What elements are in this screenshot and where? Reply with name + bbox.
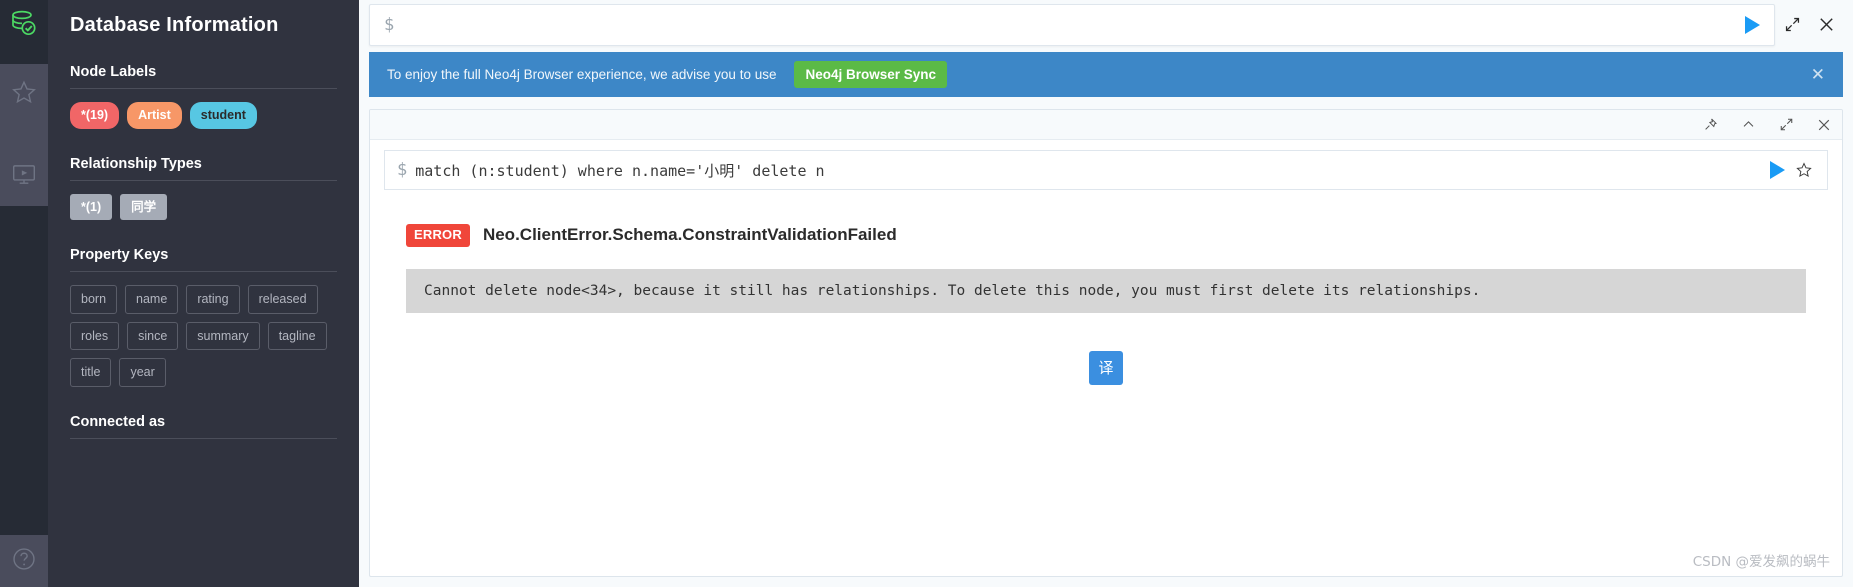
section-relationship-types: Relationship Types *(1) 同学 — [70, 155, 337, 220]
close-editor-button[interactable] — [1809, 8, 1843, 42]
node-label-chip[interactable]: student — [189, 102, 257, 129]
status-badge: ERROR — [406, 224, 470, 247]
close-x-icon[interactable] — [1816, 117, 1832, 133]
property-key-chip[interactable]: rating — [186, 285, 240, 314]
expand-editor-button[interactable] — [1775, 8, 1809, 42]
divider — [70, 271, 337, 272]
section-title-relationship-types: Relationship Types — [70, 155, 202, 172]
error-title: Neo.ClientError.Schema.ConstraintValidat… — [482, 225, 897, 245]
browser-sync-banner: To enjoy the full Neo4j Browser experien… — [369, 52, 1843, 97]
page-title: Database Information — [70, 14, 279, 36]
node-label-chip-list: *(19) Artist student — [70, 102, 337, 129]
expand-fullscreen-icon[interactable] — [1778, 117, 1794, 133]
property-key-chip[interactable]: tagline — [267, 321, 327, 350]
divider — [70, 437, 337, 439]
browser-sync-button[interactable]: Neo4j Browser Sync — [794, 61, 948, 88]
star-favorites-icon — [11, 79, 37, 110]
query-editor-bar: $ — [359, 0, 1853, 49]
pin-icon[interactable] — [1702, 117, 1718, 133]
node-label-chip[interactable]: *(19) — [70, 102, 120, 129]
main-pane: $ To enjoy the full Neo4j Browser experi… — [359, 0, 1853, 587]
sidebar-item-help[interactable] — [0, 535, 48, 587]
sidebar-item-guides[interactable] — [0, 146, 48, 206]
node-label-chip[interactable]: Artist — [127, 102, 182, 129]
divider — [70, 179, 337, 181]
banner-text: To enjoy the full Neo4j Browser experien… — [387, 67, 777, 82]
prompt-symbol: $ — [384, 14, 395, 35]
sidebar-item-favorites[interactable] — [0, 64, 48, 124]
relationship-type-chip[interactable]: 同学 — [120, 193, 168, 220]
section-title-node-labels: Node Labels — [70, 64, 157, 80]
property-key-chip[interactable]: year — [119, 358, 166, 387]
frame-header — [370, 110, 1842, 140]
rail-spacer-top — [0, 48, 48, 64]
neo4j-database-check-logo[interactable] — [0, 0, 48, 48]
star-favorite-icon[interactable] — [1789, 161, 1819, 179]
section-property-keys: Property Keys born name rating released … — [70, 247, 337, 387]
property-key-chip[interactable]: summary — [186, 321, 260, 350]
property-key-chip[interactable]: title — [70, 358, 112, 387]
watermark: CSDN @爱发飙的蜗牛 — [1692, 554, 1830, 570]
query-input[interactable] — [394, 15, 1745, 34]
neo4j-browser-window: Database Information Node Labels *(19) A… — [0, 0, 1853, 587]
translate-button-row: 译 — [406, 350, 1806, 385]
rerun-query-button[interactable] — [1770, 161, 1785, 179]
section-title-connected-as: Connected as — [70, 413, 166, 430]
translate-button[interactable]: 译 — [1089, 350, 1123, 385]
property-key-chip[interactable]: since — [127, 321, 179, 350]
divider — [70, 88, 337, 89]
frame-query-row[interactable]: $ match (n:student) where n.name='小明' de… — [384, 150, 1828, 190]
property-key-chip[interactable]: name — [125, 285, 179, 314]
help-question-icon — [11, 546, 37, 577]
run-query-button[interactable] — [1745, 15, 1760, 34]
section-connected-as: Connected as — [70, 414, 337, 439]
chevron-up-icon[interactable] — [1740, 117, 1756, 133]
error-message: Cannot delete node<34>, because it still… — [406, 268, 1806, 313]
property-key-chip-list: born name rating released roles since su… — [70, 285, 337, 387]
result-frame: $ match (n:student) where n.name='小明' de… — [369, 109, 1843, 577]
property-key-chip[interactable]: roles — [70, 321, 120, 350]
rail-spacer-mid — [0, 124, 48, 146]
section-title-property-keys: Property Keys — [70, 247, 169, 263]
frame-body: ERROR Neo.ClientError.Schema.ConstraintV… — [370, 190, 1842, 576]
error-header: ERROR Neo.ClientError.Schema.ConstraintV… — [406, 224, 1806, 247]
section-node-labels: Node Labels *(19) Artist student — [70, 64, 337, 129]
play-guide-monitor-icon — [11, 161, 37, 192]
relationship-type-chip-list: *(1) 同学 — [70, 193, 337, 220]
icon-rail — [0, 0, 48, 587]
query-editor[interactable]: $ — [369, 3, 1775, 46]
executed-query-text: match (n:student) where n.name='小明' dele… — [415, 161, 825, 180]
property-key-chip[interactable]: released — [247, 285, 318, 314]
close-banner-button[interactable]: ✕ — [1811, 66, 1825, 83]
property-key-chip[interactable]: born — [70, 285, 118, 314]
relationship-type-chip[interactable]: *(1) — [70, 193, 113, 220]
database-information-sidebar: Database Information Node Labels *(19) A… — [48, 0, 359, 587]
prompt-symbol: $ — [397, 160, 408, 180]
